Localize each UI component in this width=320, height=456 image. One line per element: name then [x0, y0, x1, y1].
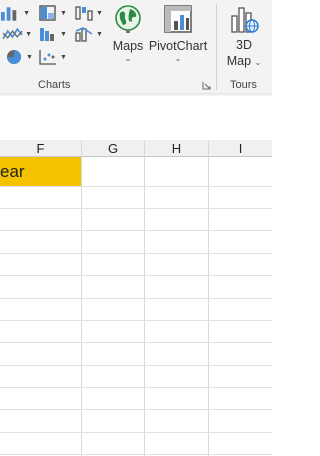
row-gridline [0, 454, 272, 455]
row-gridline [0, 208, 272, 209]
pivotchart-icon [164, 5, 192, 33]
3d-map-label-line2: Map ⌄ [226, 54, 262, 68]
bar-chart-icon [0, 7, 17, 21]
charts-group-label: Charts [38, 79, 71, 91]
row-gridline [0, 320, 272, 321]
row-gridline [0, 365, 272, 366]
maps-button[interactable]: Maps ⌄ [108, 4, 148, 64]
pie-chart-icon [7, 50, 21, 64]
ribbon: ▼ ▼ ▼ ▼ ▼ ▼ ▼ ▼ Maps ⌄ PivotChart ⌄ Char… [0, 0, 272, 93]
cell-text: ear [0, 162, 25, 181]
column-header-i[interactable]: I [209, 140, 272, 157]
insert-waterfall-chart-button[interactable]: ▼ [74, 3, 104, 23]
hierarchy-chart-icon [39, 5, 56, 21]
tours-group-label: Tours [230, 79, 257, 91]
maps-dropdown-caret: ⌄ [124, 54, 132, 63]
dialog-launcher-icon[interactable] [202, 81, 211, 90]
maps-label: Maps [112, 39, 144, 53]
3d-map-label-line1: 3D [236, 38, 252, 52]
highlighted-cell[interactable]: ear [0, 157, 81, 186]
insert-pie-chart-button[interactable]: ▼ [4, 47, 34, 67]
row-gridline [0, 186, 272, 187]
row-gridline [0, 342, 272, 343]
3d-map-icon [231, 7, 259, 33]
pivotchart-label: PivotChart [148, 39, 208, 53]
insert-scatter-chart-button[interactable]: ▼ [38, 47, 68, 67]
row-gridline [0, 387, 272, 388]
maps-globe-icon [115, 5, 141, 33]
column-header-g[interactable]: G [82, 140, 144, 157]
group-separator [216, 4, 217, 90]
3d-map-button[interactable]: 3D Map ⌄ [222, 4, 266, 71]
insert-line-chart-button[interactable]: ▼ [2, 24, 32, 44]
combo-chart-icon [75, 27, 93, 42]
line-chart-icon [2, 27, 23, 40]
column-header-h[interactable]: H [145, 140, 208, 157]
insert-hierarchy-chart-button[interactable]: ▼ [38, 3, 68, 23]
scatter-chart-icon [39, 50, 56, 65]
column-header-f[interactable]: F [0, 140, 81, 157]
insert-column-chart-button[interactable]: ▼ [0, 3, 30, 23]
row-gridline [0, 230, 272, 231]
ribbon-shadow [0, 93, 272, 97]
waterfall-chart-icon [75, 6, 93, 21]
row-gridline [0, 298, 272, 299]
row-gridline [0, 432, 272, 433]
row-gridline [0, 409, 272, 410]
statistic-chart-icon [40, 28, 54, 41]
insert-statistic-chart-button[interactable]: ▼ [38, 24, 68, 44]
row-gridline [0, 275, 272, 276]
pivotchart-dropdown-caret: ⌄ [174, 54, 182, 63]
insert-combo-chart-button[interactable]: ▼ [74, 24, 104, 44]
pivotchart-button[interactable]: PivotChart ⌄ [148, 4, 208, 64]
row-gridline [0, 253, 272, 254]
